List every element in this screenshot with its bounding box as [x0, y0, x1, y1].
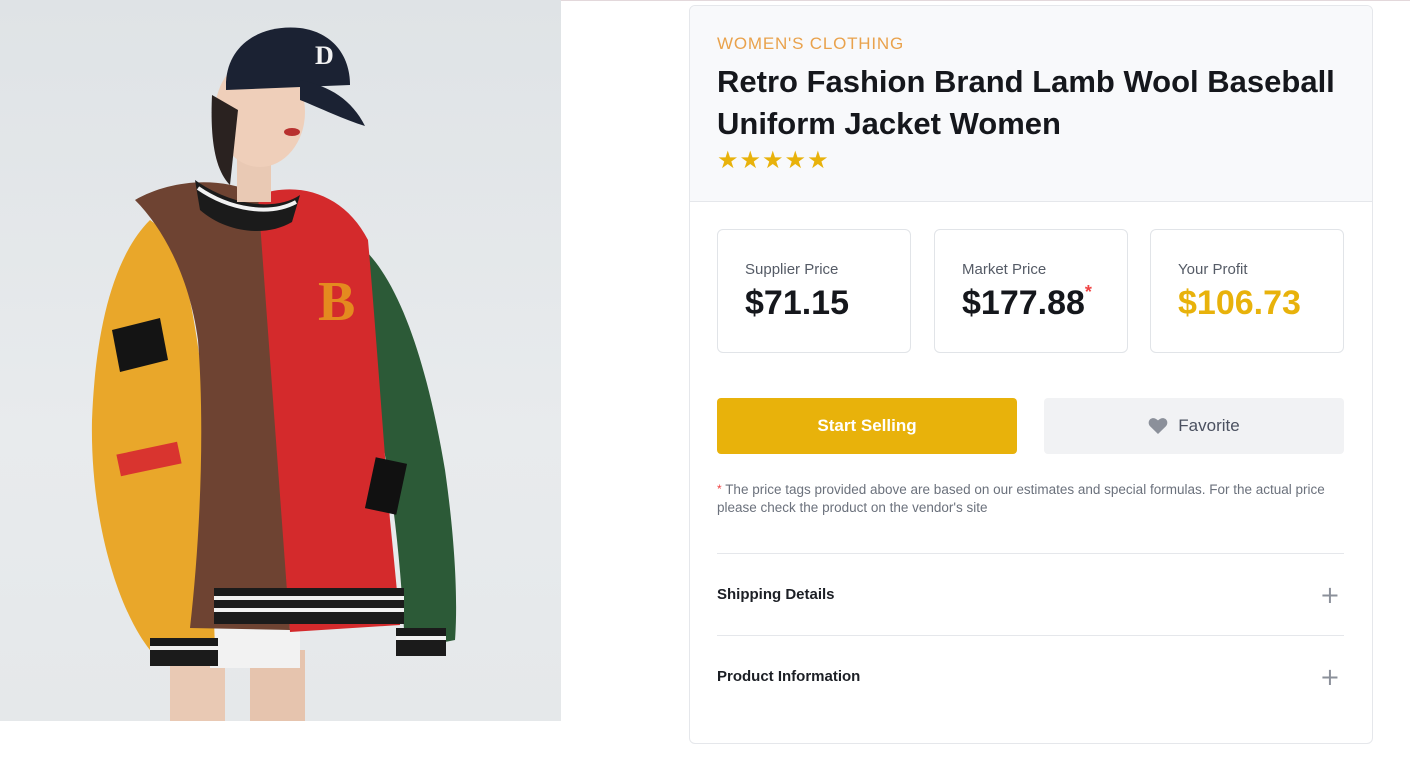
product-image-illustration: B D	[91, 27, 457, 721]
market-price-box: Market Price $177.88*	[934, 229, 1128, 353]
rating-stars: ★ ★ ★ ★ ★	[717, 149, 829, 173]
supplier-price-value: $71.15	[745, 284, 849, 322]
asterisk-marker: *	[717, 482, 722, 496]
product-header: WOMEN'S CLOTHING Retro Fashion Brand Lam…	[690, 6, 1372, 202]
product-category: WOMEN'S CLOTHING	[717, 34, 904, 53]
star-icon: ★	[784, 147, 807, 174]
supplier-price-box: Supplier Price $71.15	[717, 229, 911, 353]
product-card: WOMEN'S CLOTHING Retro Fashion Brand Lam…	[689, 5, 1373, 744]
profit-value: $106.73	[1178, 284, 1301, 322]
market-price-label: Market Price	[962, 261, 1047, 278]
price-disclaimer: * The price tags provided above are base…	[717, 481, 1347, 517]
asterisk-marker: *	[1084, 282, 1092, 302]
accordion-label: Product Information	[717, 668, 861, 685]
plus-icon[interactable]: +	[1320, 583, 1340, 607]
star-icon: ★	[739, 147, 762, 174]
favorite-button[interactable]: Favorite	[1044, 398, 1344, 454]
disclaimer-text: The price tags provided above are based …	[717, 482, 1325, 515]
product-image: B D	[0, 0, 561, 721]
product-title: Retro Fashion Brand Lamb Wool Baseball U…	[717, 64, 1335, 141]
plus-icon[interactable]: +	[1320, 665, 1340, 689]
svg-text:D: D	[315, 41, 334, 70]
start-selling-button[interactable]: Start Selling	[717, 398, 1017, 454]
favorite-label: Favorite	[1178, 416, 1240, 435]
market-price-value-wrap: $177.88*	[962, 282, 1092, 323]
accordion-shipping-details[interactable]: Shipping Details +	[717, 553, 1344, 635]
heart-icon	[1148, 418, 1168, 434]
svg-text:B: B	[318, 271, 355, 333]
accordion-product-information[interactable]: Product Information +	[717, 635, 1344, 717]
profit-label: Your Profit	[1178, 261, 1248, 278]
market-price-value: $177.88	[962, 284, 1085, 322]
accordion-label: Shipping Details	[717, 586, 835, 603]
star-icon: ★	[717, 147, 739, 174]
star-icon: ★	[762, 147, 784, 174]
star-icon: ★	[807, 147, 829, 174]
supplier-price-label: Supplier Price	[745, 261, 839, 278]
profit-box: Your Profit $106.73	[1150, 229, 1344, 353]
